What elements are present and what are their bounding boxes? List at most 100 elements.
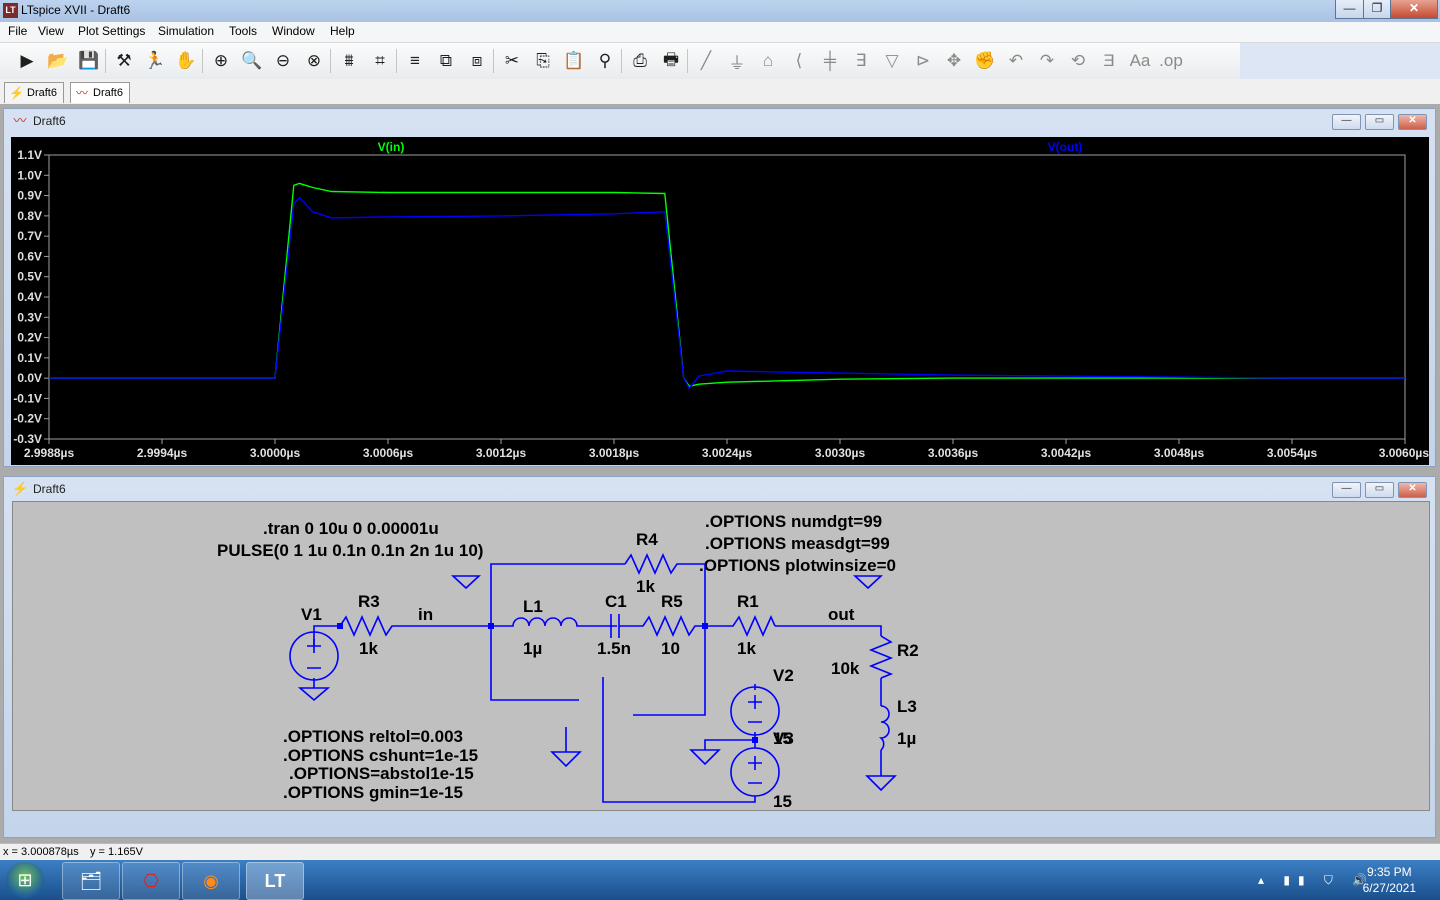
taskbar-explorer-button[interactable]: 🗂 <box>62 862 120 900</box>
taskbar-acrobat-button[interactable]: ⎔ <box>122 862 180 900</box>
waveform-close-button[interactable]: ✕ <box>1398 114 1427 130</box>
save-icon[interactable]: 💾 <box>77 49 101 73</box>
resistor-r2[interactable] <box>868 635 894 679</box>
start-button[interactable]: ⊞ <box>6 862 44 898</box>
maximize-button[interactable]: ❐ <box>1363 0 1391 19</box>
inductor-l1[interactable] <box>505 617 617 627</box>
directive-gmin[interactable]: .OPTIONS gmin=1e-15 <box>283 783 463 802</box>
control-panel-icon[interactable]: ⚒ <box>112 49 136 73</box>
zoom-out-icon[interactable]: ⊖ <box>271 49 295 73</box>
menu-help[interactable]: Help <box>330 24 355 38</box>
zoom-fit-icon[interactable]: ⊗ <box>302 49 326 73</box>
schematic-close-button[interactable]: ✕ <box>1398 482 1427 498</box>
label-l1-value[interactable]: 1µ <box>523 639 542 658</box>
system-tray[interactable]: ▴ ▮▮ ⛉ 🔊 <box>1258 873 1375 888</box>
label-r3-value[interactable]: 1k <box>359 639 378 658</box>
tab-schematic-draft6[interactable]: ⚡ Draft6 <box>4 82 64 103</box>
wire-loop-left[interactable] <box>490 626 579 701</box>
label-v1[interactable]: V1 <box>301 605 322 624</box>
redo-icon[interactable]: ↷ <box>1035 49 1059 73</box>
trace-legend-label[interactable]: V(in) <box>378 140 405 154</box>
label-r1-value[interactable]: 1k <box>737 639 756 658</box>
schematic-drawing[interactable]: .tran 0 10u 0 0.00001u PULSE(0 1 1u 0.1n… <box>13 502 1429 810</box>
pan-hand-icon[interactable]: ✋ <box>174 49 198 73</box>
directive-pulse[interactable]: PULSE(0 1 1u 0.1n 0.1n 2n 1u 10) <box>217 541 483 560</box>
cascade-icon[interactable]: ⧉ <box>434 49 458 73</box>
label-v3[interactable]: V3 <box>773 729 794 748</box>
trace-v-out[interactable] <box>49 196 1405 390</box>
spice-directive-icon[interactable]: .op <box>1159 49 1183 73</box>
directive-abstol[interactable]: .OPTIONS=abstol1e-15 <box>289 764 474 783</box>
label-l3[interactable]: L3 <box>897 697 917 716</box>
wire-icon[interactable]: ╱ <box>694 49 718 73</box>
label-r4[interactable]: R4 <box>636 530 658 549</box>
resistor-r1[interactable] <box>727 615 776 637</box>
resistor-icon[interactable]: ⟨ <box>787 49 811 73</box>
label-l1[interactable]: L1 <box>523 597 543 616</box>
resistor-r5[interactable] <box>637 615 705 637</box>
ground-l3-icon[interactable] <box>865 775 897 792</box>
run-icon[interactable]: ▶ <box>15 49 39 73</box>
label-r5-value[interactable]: 10 <box>661 639 680 658</box>
print-icon[interactable]: ⎙ <box>628 49 652 73</box>
schematic-window-titlebar[interactable]: ⚡ Draft6 — ▭ ✕ <box>4 477 1435 501</box>
label-l3-value[interactable]: 1µ <box>897 729 916 748</box>
label-net-out[interactable]: out <box>828 605 855 624</box>
menu-file[interactable]: File <box>8 24 27 38</box>
voltage-source-v3[interactable] <box>730 747 780 797</box>
directive-plotwinsize[interactable]: .OPTIONS plotwinsize=0 <box>699 556 896 575</box>
label-r5[interactable]: R5 <box>661 592 683 611</box>
paste-icon[interactable]: 📋 <box>562 49 586 73</box>
label-r3[interactable]: R3 <box>358 592 380 611</box>
taskbar-firefox-button[interactable]: ◉ <box>182 862 240 900</box>
waveform-plot-area[interactable]: 1.1V 1.0V 0.9V 0.8V 0.7V 0.6V 0.5V 0.4V 0.3V 0.2V… <box>11 137 1429 465</box>
copy-icon[interactable]: ⎘ <box>531 49 555 73</box>
find-icon[interactable]: ⚲ <box>593 49 617 73</box>
tile-horizontal-icon[interactable]: ≡ <box>403 49 427 73</box>
clock[interactable]: 9:35 PM 6/27/2021 <box>1363 864 1416 896</box>
taskbar-ltspice-button[interactable]: LT <box>246 862 304 900</box>
text-icon[interactable]: Aa <box>1128 49 1152 73</box>
label-r2[interactable]: R2 <box>897 641 919 660</box>
inductor-icon[interactable]: ∃ <box>849 49 873 73</box>
label-v3-value[interactable]: 15 <box>773 792 792 810</box>
ground-v2-icon[interactable] <box>689 749 721 766</box>
component-icon[interactable]: ⊳ <box>911 49 935 73</box>
label-r4-value[interactable]: 1k <box>636 577 655 596</box>
menu-tools[interactable]: Tools <box>229 24 257 38</box>
label-r1[interactable]: R1 <box>737 592 759 611</box>
schematic-minimize-button[interactable]: — <box>1332 482 1361 498</box>
label-icon[interactable]: ⌂ <box>756 49 780 73</box>
mirror-icon[interactable]: Ǝ <box>1097 49 1121 73</box>
ground-icon[interactable]: ⏚ <box>725 49 749 73</box>
directive-reltol[interactable]: .OPTIONS reltol=0.003 <box>283 727 463 746</box>
print-setup-icon[interactable]: 🖶 <box>659 49 683 73</box>
autorange-icon[interactable]: ⩩ <box>337 49 361 73</box>
inductor-l3[interactable] <box>878 705 890 751</box>
waveform-chart[interactable]: 1.1V 1.0V 0.9V 0.8V 0.7V 0.6V 0.5V 0.4V 0.3V 0.2V… <box>11 137 1429 465</box>
rotate-icon[interactable]: ⟲ <box>1066 49 1090 73</box>
waveform-restore-button[interactable]: ▭ <box>1365 114 1394 130</box>
label-c1[interactable]: C1 <box>605 592 627 611</box>
label-r2-value[interactable]: 10k <box>831 659 860 678</box>
menu-window[interactable]: Window <box>272 24 315 38</box>
capacitor-icon[interactable]: ╪ <box>818 49 842 73</box>
label-c1-value[interactable]: 1.5n <box>597 639 631 658</box>
ground-v1-icon[interactable] <box>297 687 331 702</box>
menu-plot-settings[interactable]: Plot Settings <box>78 24 145 38</box>
schematic-canvas[interactable]: .tran 0 10u 0 0.00001u PULSE(0 1 1u 0.1n… <box>12 501 1430 811</box>
resistor-r3[interactable] <box>339 615 398 637</box>
undo-icon[interactable]: ↶ <box>1004 49 1028 73</box>
directive-measdgt[interactable]: .OPTIONS measdgt=99 <box>705 534 890 553</box>
voltage-source-v2[interactable] <box>730 686 780 736</box>
tile-vertical-icon[interactable]: ⧈ <box>465 49 489 73</box>
tab-waveform-draft6[interactable]: 〰 Draft6 <box>70 82 130 103</box>
ground-floating-1-icon[interactable] <box>450 575 482 590</box>
zoom-area-icon[interactable]: 🔍 <box>240 49 264 73</box>
close-button[interactable]: ✕ <box>1390 0 1438 19</box>
drag-icon[interactable]: ✊ <box>973 49 997 73</box>
edit-waveform-icon[interactable]: ⌗ <box>368 49 392 73</box>
run-man-icon[interactable]: 🏃 <box>143 49 167 73</box>
trace-v-in[interactable] <box>49 182 1405 388</box>
wire-out[interactable] <box>775 625 882 636</box>
